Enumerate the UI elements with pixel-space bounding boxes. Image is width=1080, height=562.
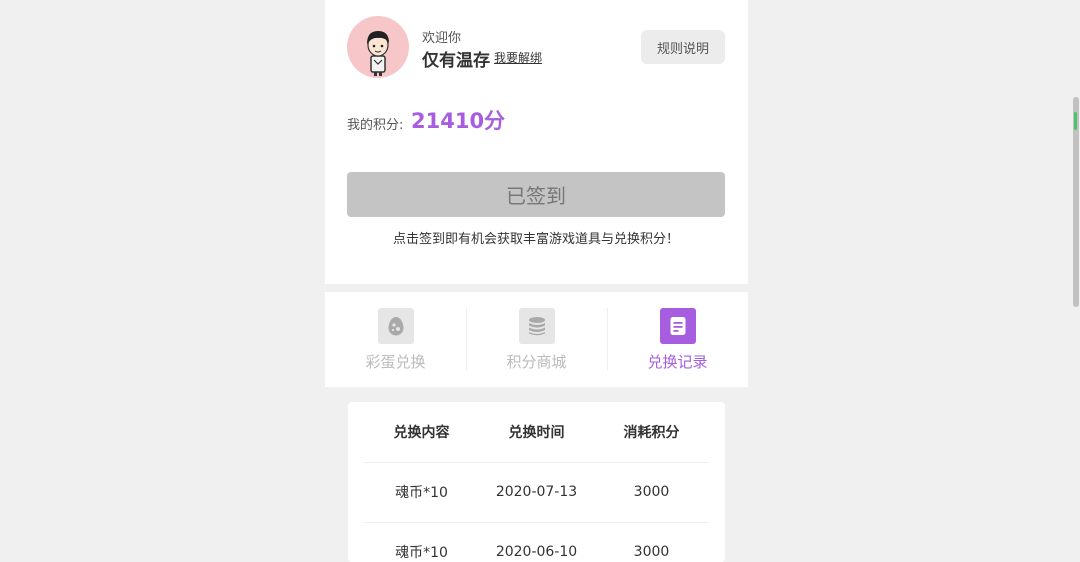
tab-bar: 彩蛋兑换 积分商城 兑换记录 xyxy=(325,292,748,387)
egg-icon xyxy=(377,308,414,344)
table-header: 兑换内容 兑换时间 消耗积分 xyxy=(364,402,709,462)
signin-tip: 点击签到即有机会获取丰富游戏道具与兑换积分！ xyxy=(392,232,679,247)
welcome-text: 欢迎你 xyxy=(422,31,462,46)
tab-egg-exchange[interactable]: 彩蛋兑换 xyxy=(325,292,466,387)
tab-exchange-records-label: 兑换记录 xyxy=(647,353,708,371)
cell-time: 2020-07-13 xyxy=(495,484,578,500)
cell-points: 3000 xyxy=(633,484,670,500)
tab-egg-exchange-label: 彩蛋兑换 xyxy=(365,353,426,371)
signed-in-button[interactable]: 已签到 xyxy=(347,172,725,217)
table-row: 魂币*10 2020-06-10 3000 xyxy=(364,522,709,562)
exchange-records-table: 兑换内容 兑换时间 消耗积分 魂币*10 2020-07-13 3000 魂币*… xyxy=(348,402,725,562)
coins-stack-icon xyxy=(518,308,555,344)
cell-content: 魂币*10 xyxy=(395,545,448,561)
header-content: 兑换内容 xyxy=(393,425,450,441)
header-time: 兑换时间 xyxy=(508,425,565,441)
username: 仅有温存 xyxy=(422,51,490,71)
cell-content: 魂币*10 xyxy=(395,485,448,501)
tab-exchange-records[interactable]: 兑换记录 xyxy=(607,292,748,387)
page-scrollbar[interactable] xyxy=(1072,0,1080,551)
table-row: 魂币*10 2020-07-13 3000 xyxy=(364,462,709,522)
avatar xyxy=(347,16,409,78)
cell-points: 3000 xyxy=(633,544,670,560)
cell-time: 2020-06-10 xyxy=(495,544,578,560)
points-value: 21410分 xyxy=(411,109,506,133)
tab-points-mall-label: 积分商城 xyxy=(506,353,567,371)
points-label: 我的积分: xyxy=(347,118,404,133)
record-list-icon xyxy=(659,308,696,344)
tab-points-mall[interactable]: 积分商城 xyxy=(466,292,607,387)
scroll-indicator xyxy=(1074,112,1077,130)
header-points-spent: 消耗积分 xyxy=(623,425,680,441)
cartoon-boy-avatar-icon xyxy=(367,31,389,76)
rules-button[interactable]: 规则说明 xyxy=(641,30,725,64)
unbind-link[interactable]: 我要解绑 xyxy=(494,49,542,66)
profile-card: 欢迎你 仅有温存 我要解绑 规则说明 我的积分: 21410分 已签到 点击签到… xyxy=(325,0,748,284)
